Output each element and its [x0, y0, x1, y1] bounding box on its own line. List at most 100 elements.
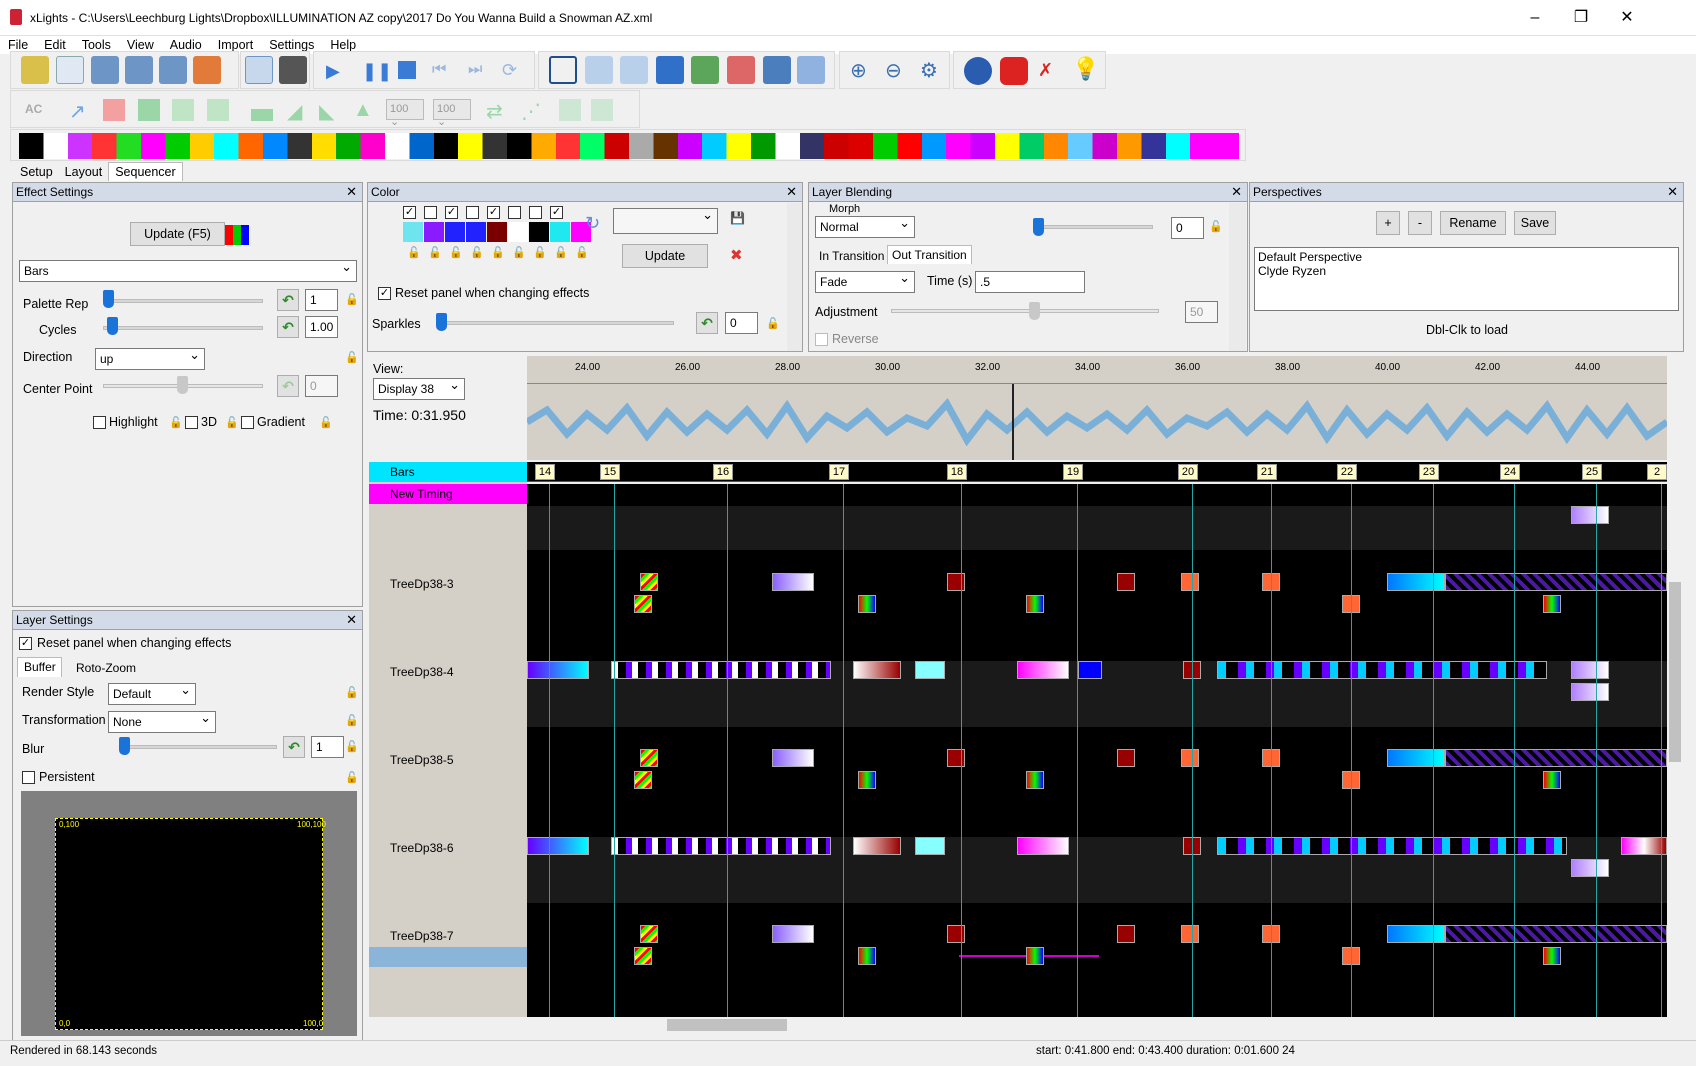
save-perspective-button[interactable]: Save — [1514, 211, 1556, 235]
tree-icon[interactable] — [691, 56, 719, 84]
timing-mark-label[interactable]: 15 — [600, 464, 620, 480]
lock-icon[interactable]: 🔓 — [345, 771, 359, 784]
effect-block[interactable] — [947, 749, 965, 767]
effect-block[interactable] — [1571, 506, 1609, 524]
effect-block[interactable] — [1571, 661, 1609, 679]
effect-block[interactable] — [1017, 837, 1069, 855]
timing-mark-label[interactable]: 19 — [1063, 464, 1083, 480]
vertical-scrollbar[interactable] — [1667, 462, 1683, 1017]
tab-in-transition[interactable]: In Transition — [815, 247, 888, 265]
rewind-icon[interactable]: ⏮ — [432, 61, 446, 79]
effect-block[interactable] — [634, 595, 652, 613]
cascade-icon[interactable]: ⋰ — [521, 99, 541, 124]
palette-checkbox[interactable]: ✓ — [445, 206, 458, 219]
lock-icon[interactable]: 🔓 — [449, 246, 463, 259]
cycles-value-curve-icon[interactable]: ↶ — [277, 316, 299, 338]
effect-block[interactable] — [1445, 749, 1667, 767]
paste-icon[interactable] — [591, 99, 613, 121]
open-icon[interactable] — [91, 56, 119, 84]
reset-panel-checkbox[interactable]: ✓ — [19, 637, 32, 650]
zoom-out-icon[interactable]: ⊖ — [885, 58, 902, 83]
reverse-checkbox[interactable] — [815, 333, 828, 346]
close-panel-icon[interactable]: ✕ — [1231, 183, 1242, 201]
effect-block[interactable] — [1181, 925, 1199, 943]
timing-mark-label[interactable]: 18 — [947, 464, 967, 480]
palette-swatch[interactable] — [529, 222, 549, 242]
tab-out-transition[interactable]: Out Transition — [887, 245, 972, 264]
direction-select[interactable]: up — [95, 345, 205, 370]
cycles-slider[interactable] — [103, 326, 263, 330]
transition-time-input[interactable]: .5 — [975, 271, 1085, 293]
perspective-item[interactable]: Clyde Ryzen — [1258, 264, 1675, 278]
lock-icon[interactable]: 🔓 — [1209, 220, 1223, 233]
tab-buffer[interactable]: Buffer — [17, 657, 62, 677]
color-update-button[interactable]: Update — [622, 244, 708, 268]
lock-icon[interactable]: 🔓 — [470, 246, 484, 259]
vertical-scroll-thumb[interactable] — [1669, 582, 1681, 762]
blend-thumb[interactable] — [1033, 218, 1044, 236]
lock-icon[interactable]: 🔓 — [766, 317, 780, 330]
paste-by-time-icon[interactable] — [245, 56, 273, 84]
effect-block[interactable] — [1571, 683, 1609, 701]
effect-block[interactable] — [1117, 573, 1135, 591]
horizontal-scrollbar[interactable] — [527, 1017, 1667, 1033]
palette-rep-input[interactable]: 1 — [305, 289, 338, 311]
effect-block[interactable] — [640, 925, 658, 943]
model-row[interactable]: TreeDp38-4 — [369, 661, 527, 683]
palette-checkbox[interactable] — [466, 206, 479, 219]
palette-checkbox[interactable]: ✓ — [550, 206, 563, 219]
adjustment-slider[interactable] — [891, 309, 1159, 313]
off-icon[interactable] — [103, 99, 125, 121]
render-style-select[interactable]: Default — [108, 680, 196, 705]
timing-mark-label[interactable]: 20 — [1178, 464, 1198, 480]
flip-icon[interactable]: ⇄ — [486, 99, 503, 124]
palette-rep-value-curve-icon[interactable]: ↶ — [277, 289, 299, 311]
lock-icon[interactable]: 🔓 — [407, 246, 421, 259]
blur-value-curve-icon[interactable]: ↶ — [283, 736, 305, 758]
select-arrow-icon[interactable]: ↗ — [69, 99, 86, 124]
effect-block[interactable] — [1078, 661, 1102, 679]
timing-mark-label[interactable]: 14 — [535, 464, 555, 480]
palette-checkbox[interactable] — [424, 206, 437, 219]
rename-perspective-button[interactable]: Rename — [1440, 211, 1506, 235]
palette-checkbox[interactable] — [529, 206, 542, 219]
blend-value-input[interactable]: 0 — [1171, 217, 1204, 239]
palette-rep-thumb[interactable] — [103, 290, 114, 308]
save-icon[interactable] — [125, 56, 153, 84]
palette-swatch[interactable] — [508, 222, 528, 242]
threed-checkbox[interactable] — [185, 416, 198, 429]
stop-icon[interactable] — [398, 61, 416, 79]
effect-block[interactable] — [915, 661, 945, 679]
tab-layout[interactable]: Layout — [59, 163, 109, 181]
effect-block[interactable] — [1387, 749, 1445, 767]
lightbulb-icon[interactable]: 💡 — [1072, 56, 1099, 82]
open-folder-icon[interactable] — [21, 56, 49, 84]
blur-input[interactable]: 1 — [311, 736, 344, 758]
effect-block[interactable] — [611, 837, 831, 855]
play-icon[interactable]: ▶ — [326, 61, 340, 82]
effect-block[interactable] — [915, 837, 945, 855]
sparkles-value-curve-icon[interactable]: ↶ — [696, 312, 718, 334]
new-file-icon[interactable] — [56, 56, 84, 84]
effect-block[interactable] — [1181, 573, 1199, 591]
timing-mark-label[interactable]: 16 — [713, 464, 733, 480]
effect-block[interactable] — [527, 661, 589, 679]
palette-swatch[interactable] — [487, 222, 507, 242]
delete-palette-icon[interactable]: ✖ — [730, 246, 743, 264]
timing-mark-label[interactable]: 2 — [1647, 464, 1667, 480]
persistent-checkbox[interactable] — [22, 771, 35, 784]
blending-scrollbar[interactable] — [1229, 203, 1246, 351]
start-value-select[interactable]: 100 ⌄ — [386, 99, 424, 128]
tab-sequencer[interactable]: Sequencer — [108, 162, 183, 181]
lock-icon[interactable]: 🔓 — [345, 740, 359, 753]
effect-block[interactable] — [1117, 925, 1135, 943]
timing-row-new[interactable]: New Timing — [369, 484, 527, 504]
center-point-input[interactable]: 0 — [305, 375, 338, 397]
effect-block[interactable] — [853, 837, 901, 855]
effect-block[interactable] — [1017, 661, 1069, 679]
pause-icon[interactable]: ❚❚ — [362, 61, 392, 82]
blur-slider[interactable] — [119, 745, 277, 749]
palette-rep-slider[interactable] — [103, 299, 263, 303]
color-reset-checkbox[interactable]: ✓ — [378, 287, 391, 300]
lock-icon[interactable]: 🔓 — [554, 246, 568, 259]
